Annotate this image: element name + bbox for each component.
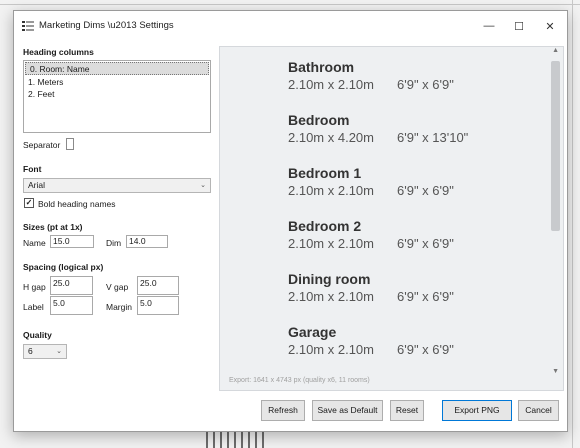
room-name: Bedroom 1 (288, 165, 362, 181)
list-settings-icon (22, 21, 34, 31)
room-dimensions: 2.10m x 2.10m 6'9" x 6'9" (288, 341, 454, 359)
background-line (572, 0, 573, 448)
room-name: Bathroom (288, 59, 355, 75)
export-info: Export: 1641 x 4743 px (quality x6, 11 r… (229, 377, 370, 384)
preview-room: Garage 2.10m x 2.10m 6'9" x 6'9" (288, 323, 454, 359)
room-metric: 2.10m x 2.10m (288, 342, 374, 357)
list-item[interactable]: 2. Feet (24, 88, 210, 101)
room-imperial: 6'9" x 6'9" (397, 289, 454, 304)
sizes-label: Sizes (pt at 1x) (23, 222, 83, 232)
font-label: Font (23, 164, 42, 174)
chevron-down-icon: ⌄ (200, 182, 206, 189)
quality-label: Quality (23, 330, 52, 340)
preview-room: Bedroom 2 2.10m x 2.10m 6'9" x 6'9" (288, 217, 454, 253)
room-imperial: 6'9" x 6'9" (397, 342, 454, 357)
preview-room: Bathroom 2.10m x 2.10m 6'9" x 6'9" (288, 58, 454, 94)
dim-size-input[interactable]: 14.0 (126, 235, 168, 248)
vgap-input[interactable]: 25.0 (137, 276, 179, 295)
dim-size-label: Dim (106, 238, 122, 248)
vgap-label: V gap (106, 282, 129, 292)
room-imperial: 6'9" x 13'10" (397, 130, 469, 145)
margin-label: Margin (106, 302, 132, 312)
font-select[interactable]: Arial ⌄ (23, 178, 211, 193)
room-metric: 2.10m x 2.10m (288, 236, 374, 251)
room-dimensions: 2.10m x 4.20m 6'9" x 13'10" (288, 129, 468, 147)
list-item[interactable]: 1. Meters (24, 76, 210, 89)
room-metric: 2.10m x 2.10m (288, 289, 374, 304)
room-dimensions: 2.10m x 2.10m 6'9" x 6'9" (288, 76, 454, 94)
room-imperial: 6'9" x 6'9" (397, 236, 454, 251)
hgap-label: H gap (23, 282, 46, 292)
hgap-input[interactable]: 25.0 (50, 276, 93, 295)
preview-room: Dining room 2.10m x 2.10m 6'9" x 6'9" (288, 270, 454, 306)
heading-columns-list[interactable]: 0. Room: Name 1. Meters 2. Feet (23, 60, 211, 133)
name-size-label: Name (23, 238, 46, 248)
scroll-down-icon[interactable]: ▼ (552, 368, 559, 375)
room-imperial: 6'9" x 6'9" (397, 77, 454, 92)
refresh-button[interactable]: Refresh (261, 400, 305, 421)
settings-dialog: Marketing Dims \u2013 Settings — ☐ ✕ Hea… (13, 10, 568, 432)
label-gap-input[interactable]: 5.0 (50, 296, 93, 315)
close-button[interactable]: ✕ (533, 11, 567, 41)
separator-input[interactable] (66, 138, 74, 150)
preview-scrollbar-thumb[interactable] (551, 61, 560, 231)
window-title: Marketing Dims \u2013 Settings (39, 20, 174, 31)
reset-button[interactable]: Reset (390, 400, 424, 421)
preview-room: Bedroom 1 2.10m x 2.10m 6'9" x 6'9" (288, 164, 454, 200)
label-gap-label: Label (23, 302, 44, 312)
export-png-button[interactable]: Export PNG (442, 400, 512, 421)
room-dimensions: 2.10m x 2.10m 6'9" x 6'9" (288, 288, 454, 306)
save-as-default-button[interactable]: Save as Default (312, 400, 383, 421)
room-dimensions: 2.10m x 2.10m 6'9" x 6'9" (288, 235, 454, 253)
quality-select[interactable]: 6 ⌄ (23, 344, 67, 359)
bold-heading-label: Bold heading names (38, 199, 116, 209)
room-metric: 2.10m x 2.10m (288, 77, 374, 92)
preview-room: Bedroom 2.10m x 4.20m 6'9" x 13'10" (288, 111, 468, 147)
scroll-up-icon[interactable]: ▲ (552, 47, 559, 54)
chevron-down-icon: ⌄ (56, 348, 62, 355)
preview-panel[interactable]: Bathroom 2.10m x 2.10m 6'9" x 6'9" Bedroo… (219, 46, 564, 391)
spacing-label: Spacing (logical px) (23, 262, 104, 272)
room-imperial: 6'9" x 6'9" (397, 183, 454, 198)
room-dimensions: 2.10m x 2.10m 6'9" x 6'9" (288, 182, 454, 200)
margin-input[interactable]: 5.0 (137, 296, 179, 315)
room-name: Dining room (288, 271, 371, 287)
quality-select-value: 6 (28, 346, 33, 356)
maximize-button[interactable]: ☐ (502, 11, 536, 41)
room-name: Bedroom (288, 112, 350, 128)
cancel-button[interactable]: Cancel (518, 400, 559, 421)
bold-heading-checkbox[interactable]: ✓ (24, 198, 34, 208)
list-item[interactable]: 0. Room: Name (25, 62, 209, 75)
room-name: Garage (288, 324, 337, 340)
room-metric: 2.10m x 2.10m (288, 183, 374, 198)
minimize-button[interactable]: — (472, 11, 506, 41)
font-select-value: Arial (28, 180, 46, 190)
background-line (0, 4, 580, 5)
room-metric: 2.10m x 4.20m (288, 130, 374, 145)
title-bar[interactable]: Marketing Dims \u2013 Settings — ☐ ✕ (14, 11, 567, 41)
heading-columns-label: Heading columns (23, 47, 94, 57)
room-name: Bedroom 2 (288, 218, 362, 234)
separator-label: Separator (23, 140, 61, 150)
name-size-input[interactable]: 15.0 (50, 235, 94, 248)
